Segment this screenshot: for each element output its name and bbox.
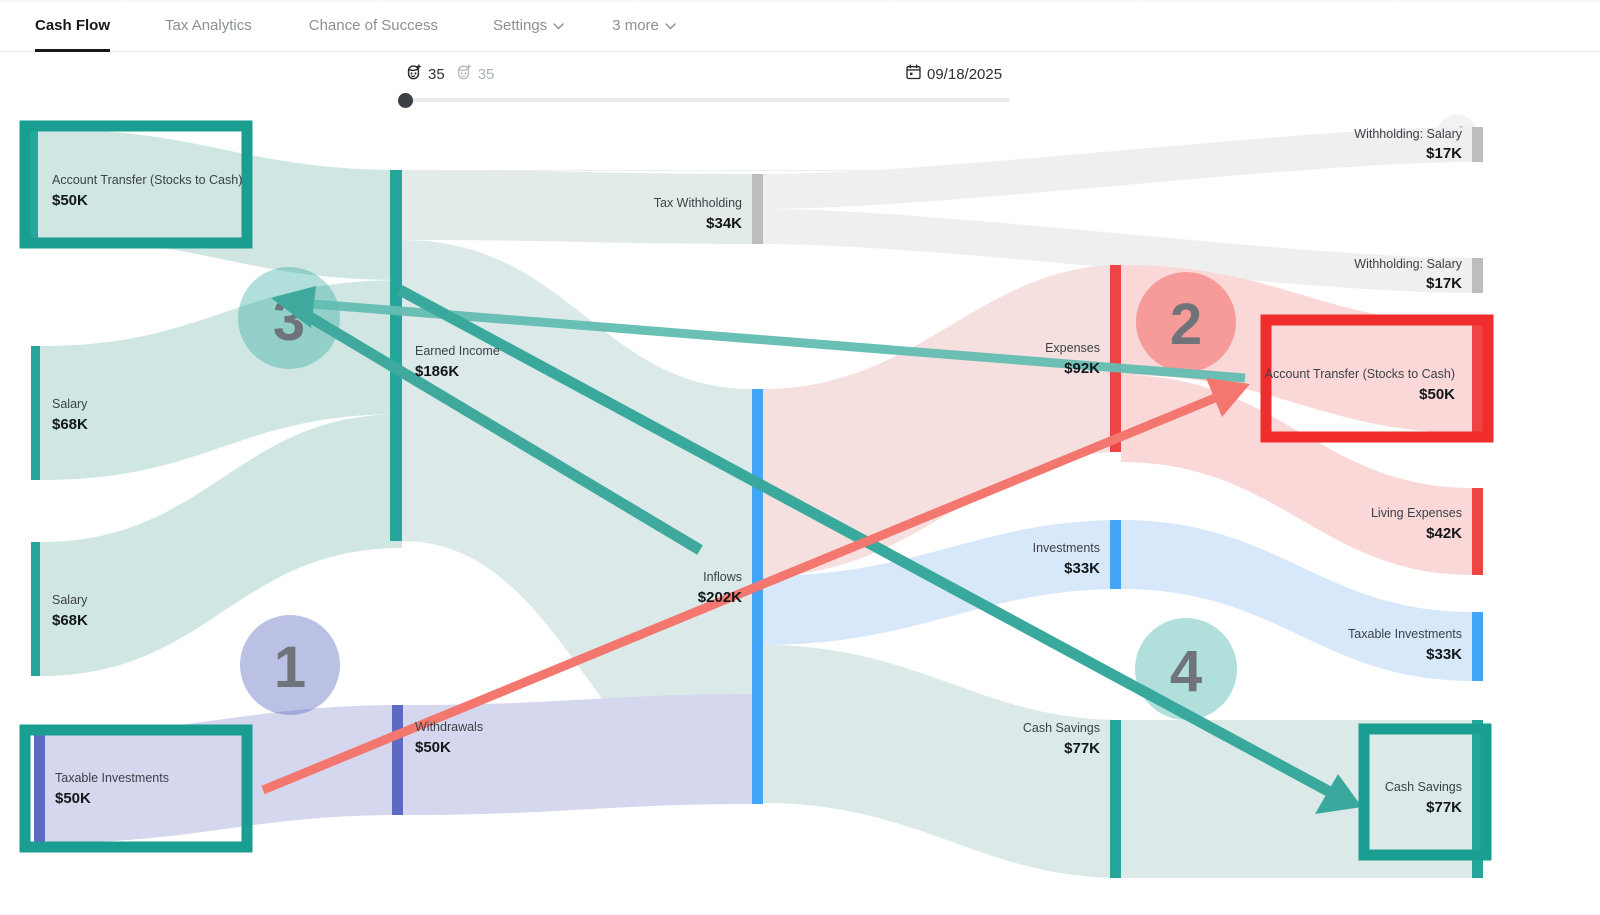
node-taxable-investments-dest[interactable] — [1472, 612, 1483, 681]
secondary-age-value: 35 — [477, 66, 495, 83]
node-name: Cash Savings — [1023, 721, 1100, 735]
node-name: Tax Withholding — [654, 196, 742, 210]
secondary-person-age[interactable]: 35 — [454, 63, 495, 86]
node-investments[interactable] — [1110, 520, 1121, 589]
age-group: 35 35 — [404, 63, 494, 86]
node-name: Salary — [52, 593, 88, 607]
node-withholding-salary-2[interactable] — [1472, 258, 1483, 293]
node-value: $77K — [1426, 799, 1462, 816]
tab-cash-flow[interactable]: Cash Flow — [35, 0, 111, 52]
node-expenses[interactable] — [1110, 265, 1121, 452]
tab-label: 3 more — [612, 17, 659, 34]
node-value: $186K — [415, 363, 459, 380]
node-name: Taxable Investments — [55, 771, 169, 785]
tab-settings[interactable]: Settings — [493, 0, 564, 52]
node-value: $68K — [52, 416, 88, 433]
node-value: $50K — [55, 790, 91, 807]
node-living-expenses[interactable] — [1472, 488, 1483, 575]
tab-label: Settings — [492, 17, 548, 34]
node-name: Withdrawals — [415, 720, 483, 734]
primary-age-value: 35 — [428, 66, 445, 83]
node-name: Withholding: Salary — [1354, 257, 1462, 271]
tab-label: Chance of Success — [308, 17, 438, 34]
node-name: Taxable Investments — [1348, 627, 1462, 641]
link-inflows-to-cash-savings — [763, 645, 1121, 878]
calendar-icon — [906, 64, 921, 84]
sankey-chart: 3 1 2 4 Account Transfer (Stocks to Cash… — [0, 120, 1600, 915]
cash-flow-page: Cash Flow Tax Analytics Chance of Succes… — [0, 0, 1600, 915]
node-name: Cash Savings — [1385, 780, 1462, 794]
node-withholding-salary-1[interactable] — [1472, 127, 1483, 162]
node-name: Account Transfer (Stocks to Cash) — [1265, 367, 1455, 381]
tab-tax-analytics[interactable]: Tax Analytics — [165, 0, 252, 52]
node-value: $50K — [52, 192, 88, 209]
node-tax-withholding[interactable] — [752, 174, 763, 244]
node-name: Salary — [52, 397, 88, 411]
node-value: $77K — [1064, 740, 1100, 757]
timeline-slider-thumb[interactable] — [398, 93, 413, 108]
chevron-down-icon — [665, 21, 676, 33]
node-name: Investments — [1033, 541, 1100, 555]
person-age-icon — [454, 63, 473, 86]
node-name: Account Transfer (Stocks to Cash) — [52, 173, 242, 187]
node-value: $33K — [1426, 646, 1462, 663]
node-salary-2[interactable] — [31, 542, 40, 676]
node-name: Expenses — [1045, 341, 1100, 355]
node-value: $68K — [52, 612, 88, 629]
node-value: $50K — [1419, 386, 1455, 403]
primary-person-age[interactable]: 35 — [404, 63, 445, 86]
date-display[interactable]: 09/18/2025 — [906, 64, 1002, 84]
node-value: $17K — [1426, 275, 1462, 292]
tab-bar: Cash Flow Tax Analytics Chance of Succes… — [0, 0, 1600, 52]
node-value: $202K — [698, 589, 742, 606]
node-value: $34K — [706, 215, 742, 232]
node-value: $17K — [1426, 145, 1462, 162]
node-name: Living Expenses — [1371, 506, 1462, 520]
node-name: Withholding: Salary — [1354, 127, 1462, 141]
node-value: $33K — [1064, 560, 1100, 577]
node-name: Earned Income — [415, 344, 500, 358]
date-value: 09/18/2025 — [927, 65, 1003, 83]
node-value: $92K — [1064, 360, 1100, 377]
annotation-badge-2-label: 2 — [1170, 292, 1202, 357]
sankey-svg: 3 1 2 4 Account Transfer (Stocks to Cash… — [19, 120, 1494, 878]
tab-3-more[interactable]: 3 more — [612, 0, 676, 52]
annotation-badge-1-label: 1 — [274, 635, 306, 700]
node-acct-transfer-dest[interactable] — [1472, 323, 1483, 433]
node-inflows[interactable] — [752, 389, 763, 804]
tab-label: Tax Analytics — [165, 17, 252, 34]
annotation-badge-4-label: 4 — [1170, 639, 1202, 704]
timeline-slider-track[interactable] — [404, 98, 1010, 102]
link-acct-transfer-to-earned-income — [38, 129, 402, 280]
node-taxable-investments-source[interactable] — [34, 733, 45, 843]
node-value: $50K — [415, 739, 451, 756]
node-value: $42K — [1426, 525, 1462, 542]
person-age-icon — [404, 63, 423, 86]
tab-chance-of-success[interactable]: Chance of Success — [309, 0, 438, 52]
tab-label: Cash Flow — [35, 17, 111, 34]
control-strip: 35 35 09/18/2025 — [0, 52, 1600, 171]
chevron-down-icon — [553, 21, 564, 33]
node-cash-savings-mid[interactable] — [1110, 720, 1121, 878]
node-withdrawals[interactable] — [392, 705, 403, 815]
node-earned-income[interactable] — [390, 170, 402, 541]
node-salary-1[interactable] — [31, 346, 40, 480]
node-name: Inflows — [703, 570, 742, 584]
